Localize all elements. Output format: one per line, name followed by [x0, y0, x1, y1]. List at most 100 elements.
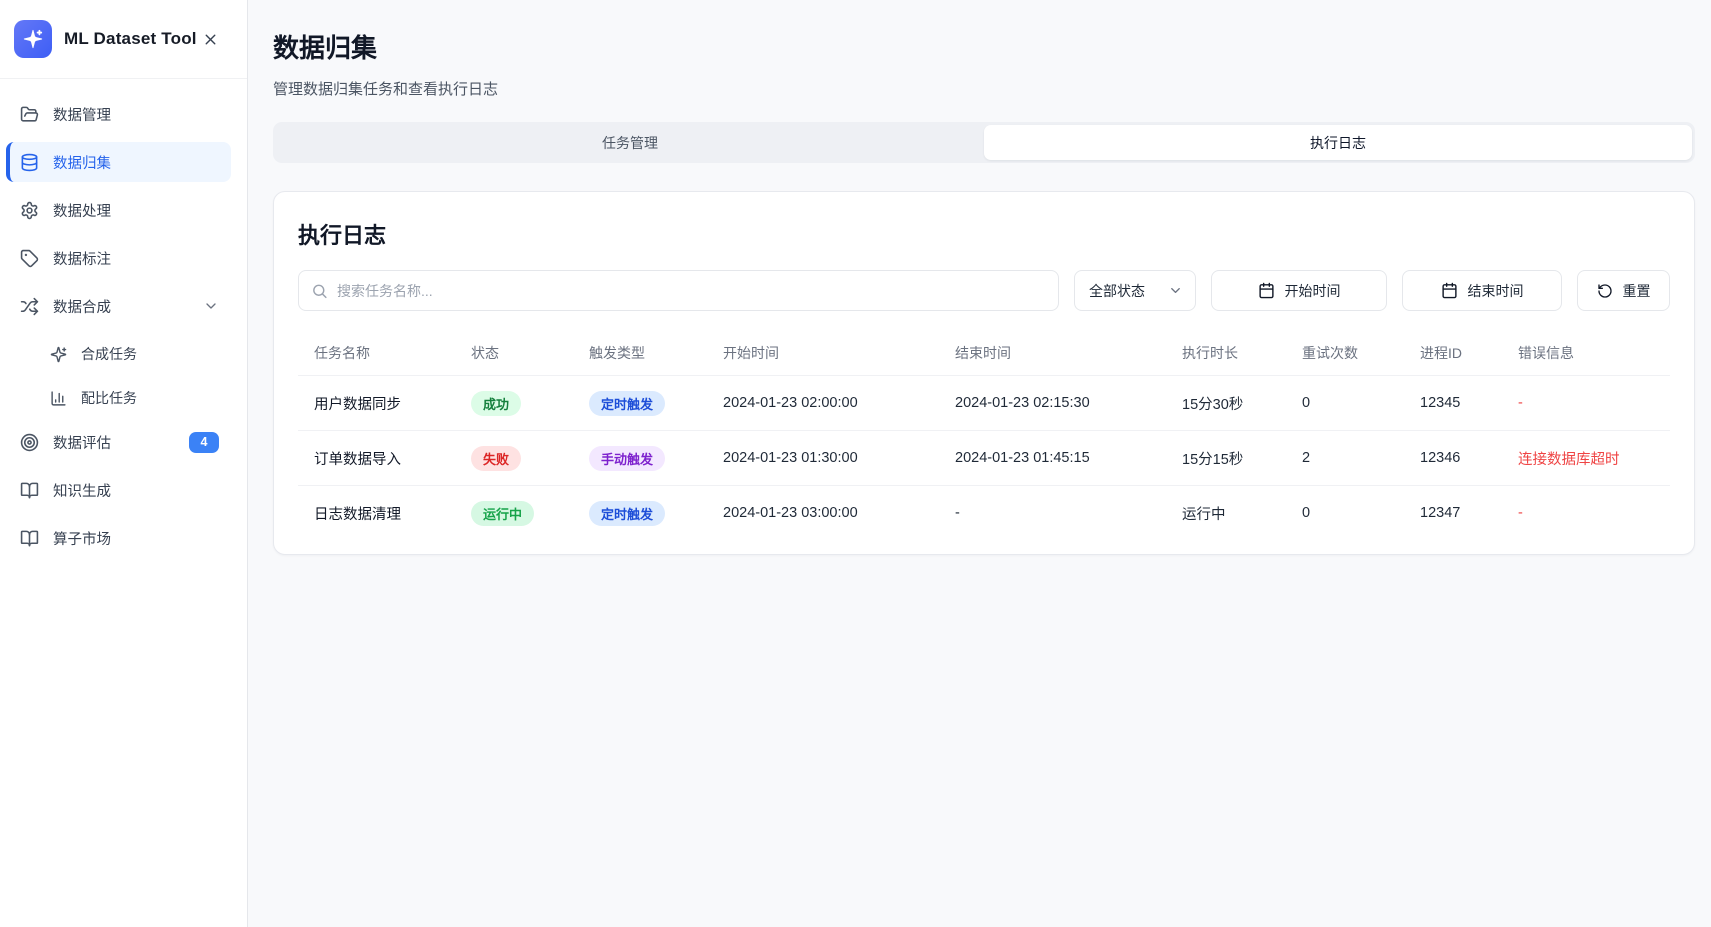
table-row[interactable]: 订单数据导入 失败 手动触发 2024-01-23 01:30:00 2024-…: [298, 430, 1670, 485]
retries-cell: 0: [1302, 395, 1420, 411]
column-header-status: 状态: [471, 343, 589, 363]
page-title: 数据归集: [273, 28, 1695, 65]
end-time-label: 结束时间: [1468, 281, 1524, 301]
calendar-icon: [1441, 282, 1458, 299]
trigger-type-badge: 定时触发: [589, 501, 665, 526]
table-row[interactable]: 用户数据同步 成功 定时触发 2024-01-23 02:00:00 2024-…: [298, 375, 1670, 430]
error-cell: -: [1518, 395, 1654, 411]
sidebar-item-label: 算子市场: [53, 528, 219, 549]
task-name-cell: 订单数据导入: [314, 448, 471, 469]
table-header-row: 任务名称 状态 触发类型 开始时间 结束时间 执行时长 重试次数 进程ID 错误…: [298, 331, 1670, 375]
sidebar-item-knowledge-generation[interactable]: 知识生成: [6, 470, 231, 510]
chevron-down-icon: [203, 298, 219, 314]
duration-cell: 15分30秒: [1182, 393, 1302, 414]
duration-cell: 运行中: [1182, 503, 1302, 524]
close-icon: [202, 31, 219, 48]
start-time-label: 开始时间: [1285, 281, 1341, 301]
gear-icon: [20, 201, 39, 220]
execution-logs-panel: 执行日志 全部状态: [273, 191, 1695, 555]
status-badge: 运行中: [471, 501, 534, 526]
tab-task-management[interactable]: 任务管理: [276, 125, 984, 160]
table-row[interactable]: 日志数据清理 运行中 定时触发 2024-01-23 03:00:00 - 运行…: [298, 485, 1670, 540]
sidebar-item-data-labeling[interactable]: 数据标注: [6, 238, 231, 278]
sidebar-item-label: 配比任务: [81, 388, 219, 408]
error-cell: 连接数据库超时: [1518, 448, 1654, 469]
sidebar-item-data-evaluation[interactable]: 数据评估 4: [6, 422, 231, 462]
sidebar-item-label: 数据合成: [53, 296, 189, 317]
sidebar-header: ML Dataset Tool: [0, 0, 247, 79]
duration-cell: 15分15秒: [1182, 448, 1302, 469]
column-header-end-time: 结束时间: [955, 343, 1182, 363]
sidebar-item-label: 数据评估: [53, 432, 175, 453]
search-input[interactable]: [298, 270, 1059, 311]
retries-cell: 2: [1302, 450, 1420, 466]
sidebar-item-operator-market[interactable]: 算子市场: [6, 518, 231, 558]
main-content: 数据归集 管理数据归集任务和查看执行日志 任务管理 执行日志 执行日志 全部状态: [248, 0, 1711, 927]
sidebar-item-data-processing[interactable]: 数据处理: [6, 190, 231, 230]
app-logo: [14, 20, 52, 58]
panel-title: 执行日志: [298, 218, 1670, 250]
sidebar-nav: 数据管理 数据归集 数据处理 数据标注: [0, 79, 247, 927]
folder-icon: [20, 105, 39, 124]
status-filter-select[interactable]: 全部状态: [1074, 270, 1196, 311]
rotate-ccw-icon: [1597, 283, 1613, 299]
sidebar-item-label: 数据管理: [53, 104, 219, 125]
trigger-type-badge: 手动触发: [589, 446, 665, 471]
sidebar-item-ratio-tasks[interactable]: 配比任务: [6, 378, 231, 418]
shuffle-icon: [20, 297, 39, 316]
evaluation-count-badge: 4: [189, 432, 219, 453]
target-icon: [20, 433, 39, 452]
column-header-trigger-type: 触发类型: [589, 343, 723, 363]
end-time-picker-button[interactable]: 结束时间: [1402, 270, 1562, 311]
book-open-icon: [20, 481, 39, 500]
sparkles-icon: [50, 346, 67, 363]
sidebar-item-data-synthesis[interactable]: 数据合成: [6, 286, 231, 326]
sidebar-item-label: 合成任务: [81, 344, 219, 364]
search-icon: [311, 282, 328, 299]
pid-cell: 12345: [1420, 395, 1518, 411]
sidebar-item-data-collection[interactable]: 数据归集: [6, 142, 231, 182]
sidebar-item-label: 数据归集: [53, 152, 219, 173]
pid-cell: 12347: [1420, 505, 1518, 521]
task-name-cell: 用户数据同步: [314, 393, 471, 414]
retries-cell: 0: [1302, 505, 1420, 521]
tab-bar: 任务管理 执行日志: [273, 122, 1695, 163]
pid-cell: 12346: [1420, 450, 1518, 466]
error-cell: -: [1518, 505, 1654, 521]
sidebar-close-button[interactable]: [200, 29, 221, 50]
page-subtitle: 管理数据归集任务和查看执行日志: [273, 78, 1695, 99]
app-window: ML Dataset Tool 数据管理 数据归集: [0, 0, 1711, 927]
column-header-duration: 执行时长: [1182, 343, 1302, 363]
sidebar-item-data-management[interactable]: 数据管理: [6, 94, 231, 134]
tag-icon: [20, 249, 39, 268]
start-time-cell: 2024-01-23 02:00:00: [723, 395, 955, 411]
app-title: ML Dataset Tool: [64, 29, 200, 49]
start-time-cell: 2024-01-23 01:30:00: [723, 450, 955, 466]
search-field-wrapper: [298, 270, 1059, 311]
sidebar-item-label: 数据处理: [53, 200, 219, 221]
reset-button[interactable]: 重置: [1577, 270, 1670, 311]
sidebar-item-label: 数据标注: [53, 248, 219, 269]
column-header-task-name: 任务名称: [314, 343, 471, 363]
database-icon: [20, 153, 39, 172]
filter-toolbar: 全部状态 开始时间 结束时间: [298, 270, 1670, 311]
end-time-cell: -: [955, 505, 1182, 521]
calendar-icon: [1258, 282, 1275, 299]
book-open-icon: [20, 529, 39, 548]
start-time-picker-button[interactable]: 开始时间: [1211, 270, 1387, 311]
bar-chart-icon: [50, 390, 67, 407]
tab-execution-logs[interactable]: 执行日志: [984, 125, 1692, 160]
task-name-cell: 日志数据清理: [314, 503, 471, 524]
status-badge: 成功: [471, 391, 521, 416]
column-header-start-time: 开始时间: [723, 343, 955, 363]
column-header-error: 错误信息: [1518, 343, 1654, 363]
sparkles-icon: [22, 28, 44, 50]
end-time-cell: 2024-01-23 02:15:30: [955, 395, 1182, 411]
sidebar-item-label: 知识生成: [53, 480, 219, 501]
chevron-down-icon: [1168, 283, 1183, 298]
start-time-cell: 2024-01-23 03:00:00: [723, 505, 955, 521]
column-header-pid: 进程ID: [1420, 343, 1518, 363]
sidebar: ML Dataset Tool 数据管理 数据归集: [0, 0, 248, 927]
trigger-type-badge: 定时触发: [589, 391, 665, 416]
sidebar-item-synthesis-tasks[interactable]: 合成任务: [6, 334, 231, 374]
